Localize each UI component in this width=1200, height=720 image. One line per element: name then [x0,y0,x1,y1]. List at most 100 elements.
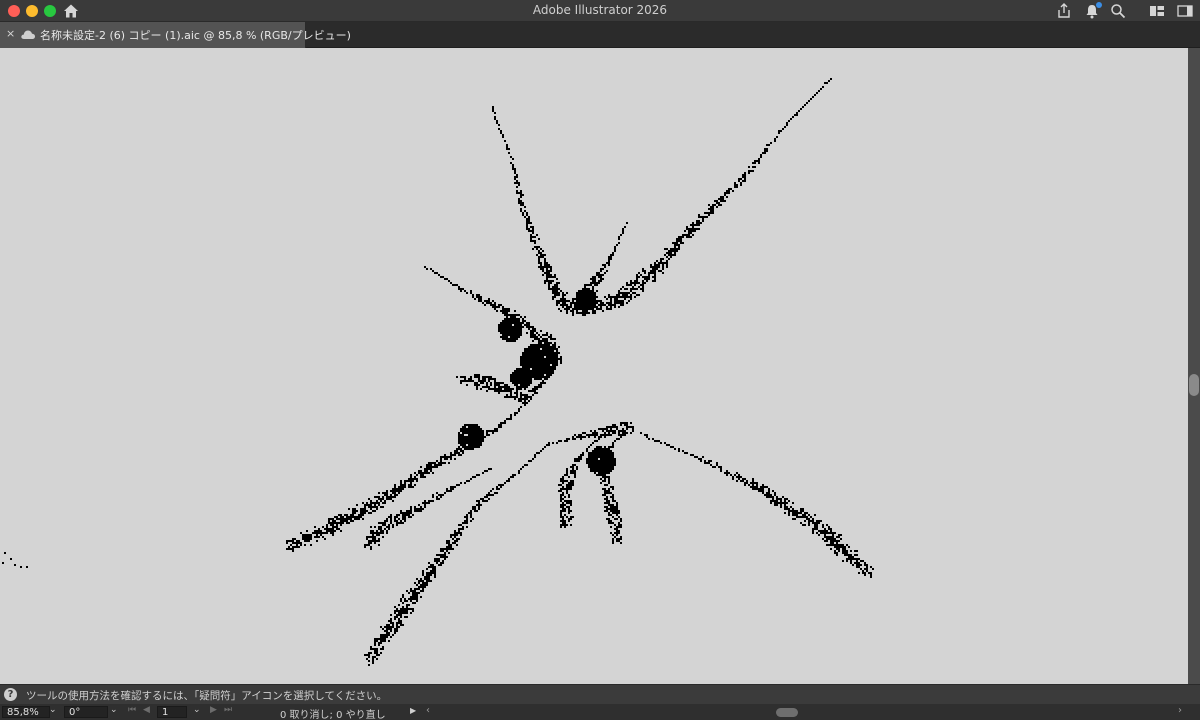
halftone-dot [606,490,608,492]
panel-layout-icon[interactable] [1176,2,1194,20]
workspace-icon[interactable] [1148,2,1166,20]
halftone-dot [466,384,468,386]
halftone-dot [476,294,478,296]
halftone-dot [742,480,744,482]
halftone-dot [422,472,424,474]
document-tab[interactable]: × 名称未設定-2 (6) コピー (1).aic @ 85,8 % (RGB/… [0,22,351,48]
halftone-dot [406,604,408,606]
halftone-dot [566,470,568,472]
halftone-dot [508,148,510,150]
halftone-dot [422,508,424,510]
halftone-dot [578,436,580,438]
halftone-dot [584,314,586,316]
halftone-dot [448,552,450,554]
halftone-dot [444,556,446,558]
halftone-dot [456,284,458,286]
halftone-dot [464,290,466,292]
halftone-dot [584,310,586,312]
halftone-dot [540,346,542,348]
artboard-canvas[interactable] [0,48,1188,684]
search-icon[interactable] [1109,2,1127,20]
halftone-dot [654,274,656,276]
halftone-dot [716,200,718,202]
halftone-dot [682,234,684,236]
halftone-dot [682,242,684,244]
halftone-dot [704,216,706,218]
halftone-dot [368,652,370,654]
halftone-dot [354,508,356,510]
halftone-dot [830,528,832,530]
halftone-dot [516,176,518,178]
halftone-dot [570,472,572,474]
halftone-dot [644,278,646,280]
halftone-dot [344,520,346,522]
maximize-window-button[interactable] [44,5,56,17]
halftone-dot [526,220,528,222]
halftone-dot [446,546,448,548]
halftone-dot [654,262,656,264]
halftone-dot [454,450,456,452]
halftone-dot [402,594,404,596]
halftone-dot [662,262,664,264]
close-window-button[interactable] [8,5,20,17]
halftone-dot [380,526,382,528]
share-icon[interactable] [1055,2,1073,20]
halftone-dot [418,504,420,506]
halftone-dot [630,422,632,424]
halftone-dot [436,466,438,468]
halftone-dot [772,496,774,498]
halftone-dot [612,496,614,498]
halftone-dot [728,188,730,190]
halftone-dot [524,362,526,364]
halftone-dot [532,364,534,366]
halftone-dot [402,602,404,604]
halftone-dot [610,426,612,428]
halftone-dot [388,620,390,622]
halftone-dot [816,92,818,94]
halftone-dot [522,204,524,206]
halftone-dot [466,516,468,518]
halftone-dot [590,282,592,284]
halftone-dot [330,522,332,524]
halftone-dot [758,162,760,164]
halftone-dot [818,522,820,524]
halftone-dot [492,494,494,496]
halftone-dot [546,366,548,368]
halftone-dot [506,312,508,314]
halftone-dot [420,472,422,474]
halftone-dot [536,388,538,390]
halftone-dot [562,486,564,488]
halftone-dot [388,496,390,498]
halftone-dot [492,378,494,380]
halftone-dot [416,584,418,586]
halftone-dot [374,532,376,534]
halftone-dot [624,298,626,300]
halftone-dot [370,648,372,650]
home-icon[interactable] [62,2,80,20]
halftone-dot [748,172,750,174]
halftone-dot [316,536,318,538]
halftone-dot [696,228,698,230]
halftone-dot [386,626,388,628]
halftone-dot [628,296,630,298]
halftone-dot [608,294,610,296]
halftone-dot [620,422,622,424]
halftone-dot [684,230,686,232]
minimize-window-button[interactable] [26,5,38,17]
halftone-dot [598,308,600,310]
halftone-dot [450,456,452,458]
halftone-dot [614,306,616,308]
halftone-dot [402,596,404,598]
halftone-dot [534,372,536,374]
halftone-dot [564,298,566,300]
halftone-dot [538,256,540,258]
halftone-dot [336,524,338,526]
halftone-dot [308,540,310,542]
halftone-dot [560,480,562,482]
halftone-dot [540,264,542,266]
halftone-dot [536,350,538,352]
halftone-dot [858,572,860,574]
halftone-dot [720,198,722,200]
halftone-dot [856,550,858,552]
close-tab-button[interactable]: × [6,27,15,40]
